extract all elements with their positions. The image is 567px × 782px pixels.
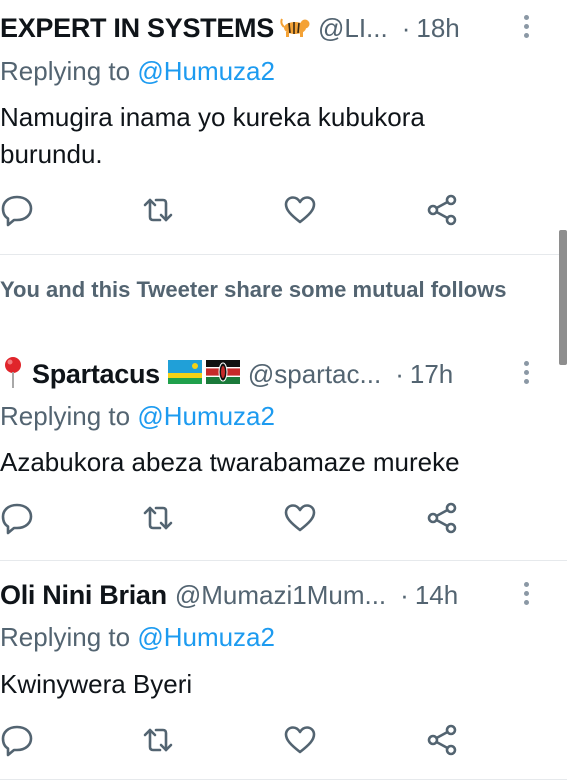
tiger-emoji (280, 15, 310, 42)
reply-icon[interactable] (0, 193, 34, 227)
scrollbar-thumb[interactable] (559, 230, 567, 365)
replying-to-label: Replying to (0, 401, 131, 431)
replying-to-line: Replying to @Humuza2 (0, 622, 275, 653)
retweet-icon[interactable] (141, 723, 175, 757)
tweet-divider (0, 779, 567, 780)
author-handle[interactable]: @LI... (318, 13, 388, 44)
tweet-text: Azabukora abeza twarabamaze mureke (0, 447, 460, 477)
replying-to-line: Replying to @Humuza2 (0, 56, 275, 87)
replying-to-label: Replying to (0, 56, 131, 86)
tweet-actions (0, 723, 567, 763)
replying-to-line: Replying to @Humuza2 (0, 401, 275, 432)
tweet-divider (0, 254, 567, 255)
share-icon[interactable] (425, 501, 459, 535)
tweet-actions (0, 193, 567, 233)
author-handle[interactable]: @spartac... (248, 359, 381, 390)
separator-dot: · (395, 358, 404, 389)
author-name[interactable]: EXPERT IN SYSTEMS (0, 13, 274, 44)
author-name[interactable]: Spartacus (32, 359, 160, 390)
separator-dot: · (400, 579, 409, 610)
tweet-actions (0, 501, 567, 541)
timestamp[interactable]: 14h (415, 580, 458, 611)
share-icon[interactable] (425, 723, 459, 757)
like-icon[interactable] (283, 723, 317, 757)
more-options-icon[interactable] (523, 361, 529, 387)
more-options-icon[interactable] (523, 15, 529, 41)
kenya-flag (205, 359, 240, 389)
like-icon[interactable] (283, 193, 317, 227)
more-options-icon[interactable] (523, 582, 529, 608)
replying-to-mention[interactable]: @Humuza2 (137, 56, 275, 86)
round-pushpin-emoji (0, 355, 26, 394)
mutual-follows-notice: You and this Tweeter share some mutual f… (0, 277, 507, 302)
retweet-icon[interactable] (141, 501, 175, 535)
author-handle[interactable]: @Mumazi1Mum... (175, 580, 386, 611)
tweet-text: Namugira inama yo kureka kubukora burund… (0, 102, 425, 169)
tweet-header: EXPERT IN SYSTEMS @LI... · 18h (0, 8, 540, 48)
tweet-header: Oli Nini Brian @Mumazi1Mum... · 14h (0, 575, 540, 615)
reply-icon[interactable] (0, 501, 34, 535)
like-icon[interactable] (283, 501, 317, 535)
tweet-header: Spartacus @spartac... · 17h (0, 354, 540, 394)
separator-dot: · (401, 12, 411, 43)
replying-to-mention[interactable]: @Humuza2 (137, 401, 275, 431)
retweet-icon[interactable] (141, 193, 175, 227)
author-name[interactable]: Oli Nini Brian (0, 580, 167, 611)
timestamp[interactable]: 18h (416, 13, 459, 44)
tweet-text: Kwinywera Byeri (0, 669, 193, 699)
replying-to-label: Replying to (0, 622, 131, 652)
reply-icon[interactable] (0, 723, 34, 757)
tweet-divider (0, 560, 567, 561)
timestamp[interactable]: 17h (410, 359, 453, 390)
rwanda-flag (167, 359, 202, 389)
share-icon[interactable] (425, 193, 459, 227)
replying-to-mention[interactable]: @Humuza2 (137, 622, 275, 652)
